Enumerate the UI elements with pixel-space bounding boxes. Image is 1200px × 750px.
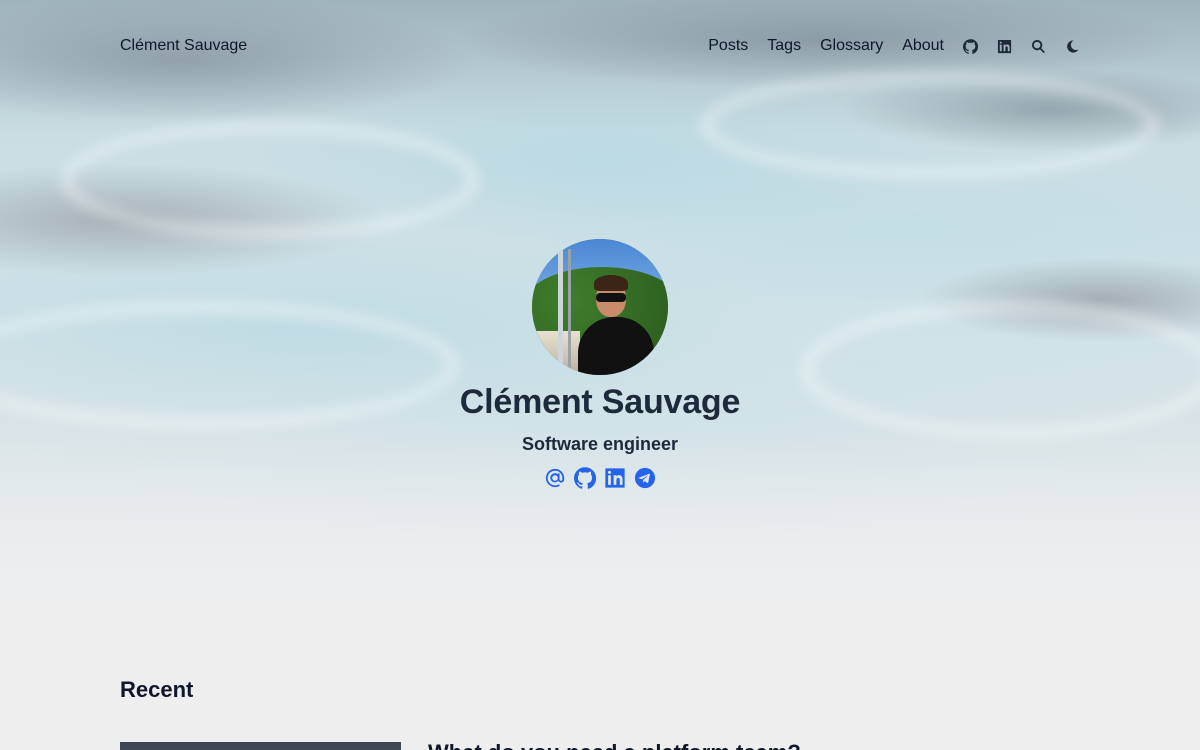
main-nav: Posts Tags Glossary About bbox=[689, 37, 1080, 55]
nav-about[interactable]: About bbox=[902, 37, 944, 55]
nav-tags[interactable]: Tags bbox=[767, 37, 801, 55]
nav-posts[interactable]: Posts bbox=[708, 37, 748, 55]
profile-name: Clément Sauvage bbox=[459, 383, 741, 421]
moon-icon[interactable] bbox=[1064, 38, 1080, 54]
nav-glossary[interactable]: Glossary bbox=[820, 37, 883, 55]
social-links bbox=[544, 467, 656, 489]
profile-section: Clément Sauvage Software engineer bbox=[0, 239, 1200, 489]
github-icon[interactable] bbox=[574, 467, 596, 489]
recent-heading: Recent bbox=[120, 677, 194, 702]
linkedin-icon[interactable] bbox=[604, 467, 626, 489]
github-icon[interactable] bbox=[962, 38, 978, 54]
email-icon[interactable] bbox=[544, 467, 566, 489]
site-header: Clément Sauvage Posts Tags Glossary Abou… bbox=[120, 30, 1080, 62]
linkedin-icon[interactable] bbox=[996, 38, 1012, 54]
avatar bbox=[532, 239, 668, 375]
profile-subtitle: Software engineer bbox=[521, 434, 679, 454]
recent-post-title[interactable]: What do you need a platform team? bbox=[428, 740, 801, 750]
telegram-icon[interactable] bbox=[634, 467, 656, 489]
recent-post-thumbnail[interactable] bbox=[120, 742, 401, 750]
site-title-link[interactable]: Clément Sauvage bbox=[120, 37, 247, 55]
search-icon[interactable] bbox=[1030, 38, 1046, 54]
